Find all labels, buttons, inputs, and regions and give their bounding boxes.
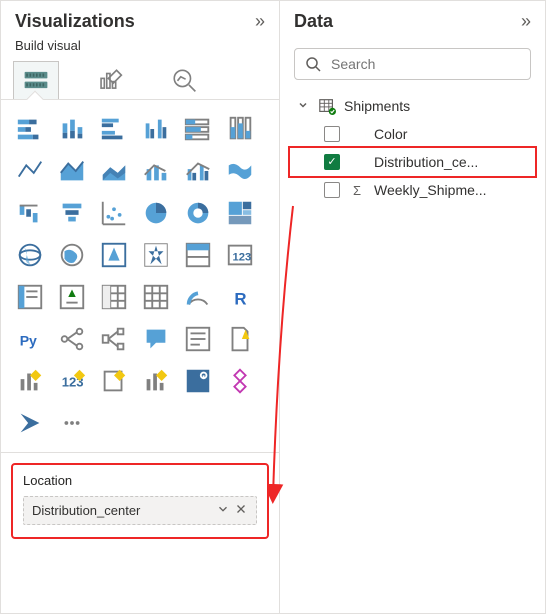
- viz-decomposition-tree[interactable]: [95, 320, 133, 358]
- viz-map[interactable]: [11, 236, 49, 274]
- viz-q-and-a[interactable]: [137, 320, 175, 358]
- fields-icon: [23, 67, 49, 93]
- viz-azure-maps-2[interactable]: [179, 362, 217, 400]
- tab-format[interactable]: [93, 63, 127, 97]
- viz-100-stacked-bar[interactable]: [179, 110, 217, 148]
- viz-stacked-column[interactable]: [53, 110, 91, 148]
- viz-azure-map[interactable]: [95, 236, 133, 274]
- field-color[interactable]: Color: [290, 120, 535, 148]
- viz-kpi[interactable]: [53, 278, 91, 316]
- viz-treemap[interactable]: [221, 194, 259, 232]
- viz-clustered-column[interactable]: [137, 110, 175, 148]
- svg-text:Py: Py: [20, 333, 37, 349]
- viz-power-apps[interactable]: [11, 362, 49, 400]
- viz-100-stacked-column[interactable]: [221, 110, 259, 148]
- viz-paginated-report[interactable]: [221, 320, 259, 358]
- table-shipments[interactable]: Shipments: [290, 92, 535, 120]
- collapse-data-icon[interactable]: »: [521, 11, 531, 32]
- field-distribution-center[interactable]: Distribution_ce...: [290, 148, 535, 176]
- build-visual-subtitle: Build visual: [1, 38, 279, 59]
- svg-text:R: R: [234, 290, 246, 309]
- visualizations-pane: Visualizations » Build visual: [1, 1, 279, 613]
- remove-field-icon[interactable]: [234, 502, 248, 519]
- search-wrap: [280, 38, 545, 84]
- field-label: Weekly_Shipme...: [374, 182, 529, 198]
- viz-card[interactable]: 123: [221, 236, 259, 274]
- viz-more-ellipsis[interactable]: [53, 404, 91, 442]
- viz-stacked-area[interactable]: [95, 152, 133, 190]
- viz-table[interactable]: [137, 278, 175, 316]
- tabs-divider: [1, 99, 279, 100]
- table-name: Shipments: [344, 98, 410, 114]
- paintbrush-icon: [97, 67, 123, 93]
- data-pane: Data » Shipments Color: [279, 1, 545, 613]
- checkbox[interactable]: [324, 126, 340, 142]
- viz-power-automate-1[interactable]: 123: [53, 362, 91, 400]
- checkbox-checked[interactable]: [324, 154, 340, 170]
- magnifier-chart-icon: [171, 67, 197, 93]
- svg-text:123: 123: [233, 252, 252, 264]
- viz-key-influencers[interactable]: [53, 320, 91, 358]
- viz-pie[interactable]: [137, 194, 175, 232]
- data-title: Data: [294, 11, 333, 32]
- location-field-well: Location Distribution_center: [11, 463, 269, 539]
- viz-power-automate-2[interactable]: [95, 362, 133, 400]
- viz-funnel[interactable]: [53, 194, 91, 232]
- viz-line-stacked-column[interactable]: [137, 152, 175, 190]
- viz-power-automate-flow[interactable]: [11, 404, 49, 442]
- checkbox[interactable]: [324, 182, 340, 198]
- viz-multi-row-card[interactable]: [11, 278, 49, 316]
- tab-analytics[interactable]: [167, 63, 201, 97]
- sigma-icon: Σ: [350, 183, 364, 198]
- viz-donut[interactable]: [179, 194, 217, 232]
- viz-area[interactable]: [53, 152, 91, 190]
- viz-ribbon[interactable]: [221, 152, 259, 190]
- viz-narrative-smart[interactable]: [179, 320, 217, 358]
- viz-clustered-bar[interactable]: [95, 110, 133, 148]
- data-header: Data »: [280, 1, 545, 38]
- chevron-down-icon: [296, 99, 310, 114]
- build-tabs: [1, 59, 279, 97]
- viz-gauge[interactable]: [179, 278, 217, 316]
- visualization-gallery: 123 R Py 123: [1, 100, 279, 448]
- viz-slicer[interactable]: [179, 236, 217, 274]
- viz-filled-map[interactable]: [53, 236, 91, 274]
- viz-waterfall[interactable]: [11, 194, 49, 232]
- viz-line[interactable]: [11, 152, 49, 190]
- viz-get-more[interactable]: [221, 362, 259, 400]
- viz-scatter[interactable]: [95, 194, 133, 232]
- table-icon: [318, 97, 336, 115]
- viz-power-automate-3[interactable]: [137, 362, 175, 400]
- chip-label: Distribution_center: [32, 503, 210, 518]
- visualizations-header: Visualizations »: [1, 1, 279, 38]
- visualizations-title: Visualizations: [15, 11, 135, 32]
- search-input[interactable]: [294, 48, 531, 80]
- collapse-pane-icon[interactable]: »: [255, 11, 265, 32]
- viz-matrix[interactable]: [95, 278, 133, 316]
- search-icon: [305, 56, 321, 72]
- fields-tree: Shipments Color Distribution_ce... Σ Wee…: [280, 84, 545, 204]
- viz-python-visual[interactable]: Py: [11, 320, 49, 358]
- viz-line-clustered-column[interactable]: [179, 152, 217, 190]
- location-field-chip[interactable]: Distribution_center: [23, 496, 257, 525]
- search-field[interactable]: [329, 55, 520, 73]
- field-label: Distribution_ce...: [374, 154, 529, 170]
- viz-arcgis-map[interactable]: [137, 236, 175, 274]
- field-weekly-shipments[interactable]: Σ Weekly_Shipme...: [290, 176, 535, 204]
- viz-stacked-bar[interactable]: [11, 110, 49, 148]
- well-title: Location: [23, 473, 257, 488]
- chevron-down-icon[interactable]: [216, 502, 230, 519]
- viz-r-visual[interactable]: R: [221, 278, 259, 316]
- app-root: Visualizations » Build visual: [0, 0, 546, 614]
- field-label: Color: [374, 126, 529, 142]
